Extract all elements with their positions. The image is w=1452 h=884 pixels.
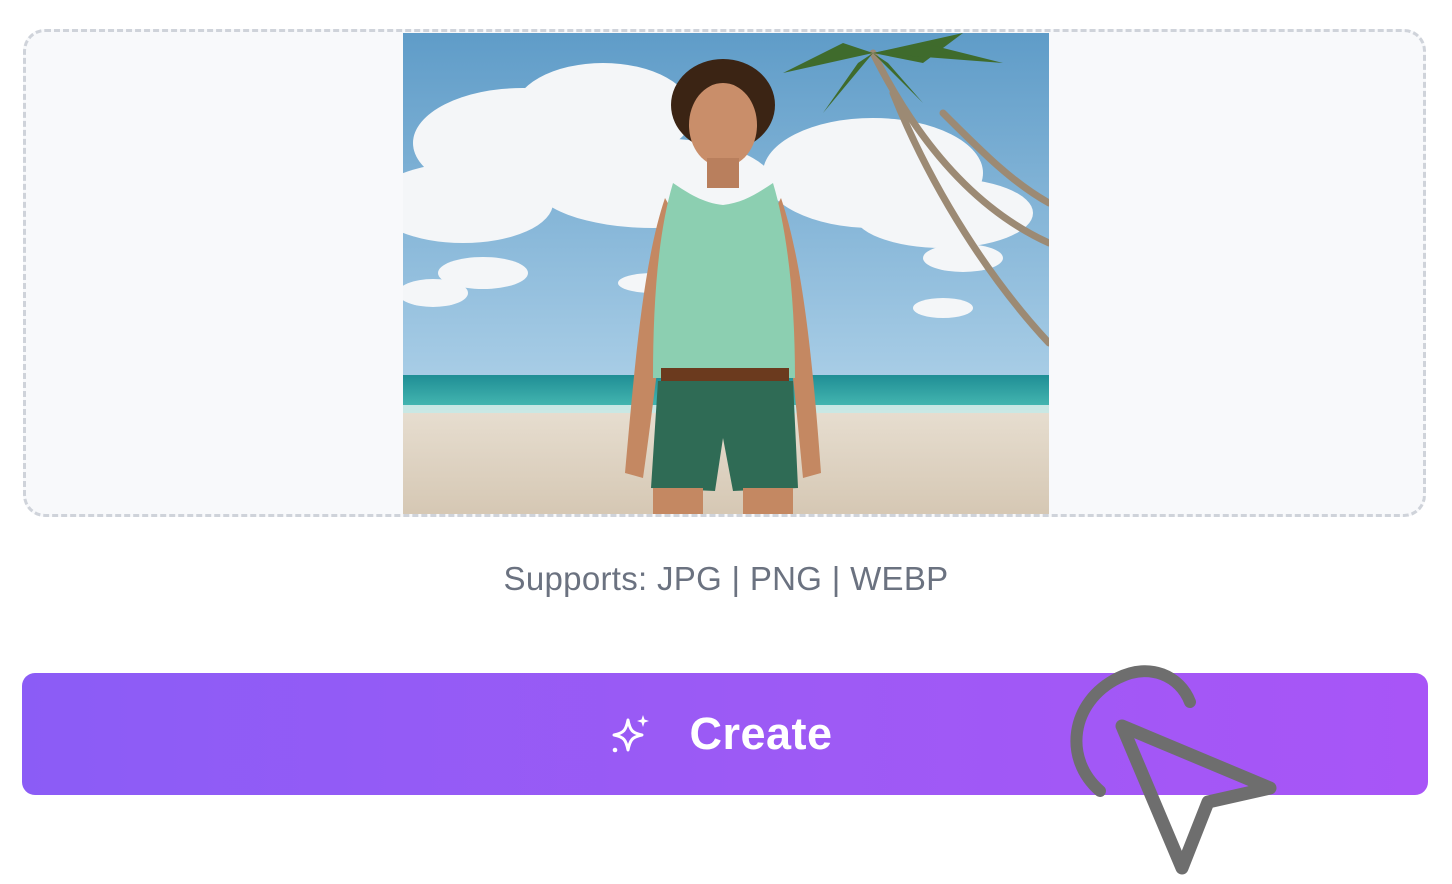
create-button[interactable]: Create [22,673,1428,795]
image-dropzone[interactable] [23,29,1426,517]
sparkle-icon [612,715,650,753]
supported-formats-text: Supports: JPG | PNG | WEBP [503,560,949,597]
upload-panel: Supports: JPG | PNG | WEBP Create [0,0,1452,884]
create-button-label: Create [689,708,833,759]
uploaded-image-preview [403,33,1049,514]
beach-photo [403,33,1049,514]
